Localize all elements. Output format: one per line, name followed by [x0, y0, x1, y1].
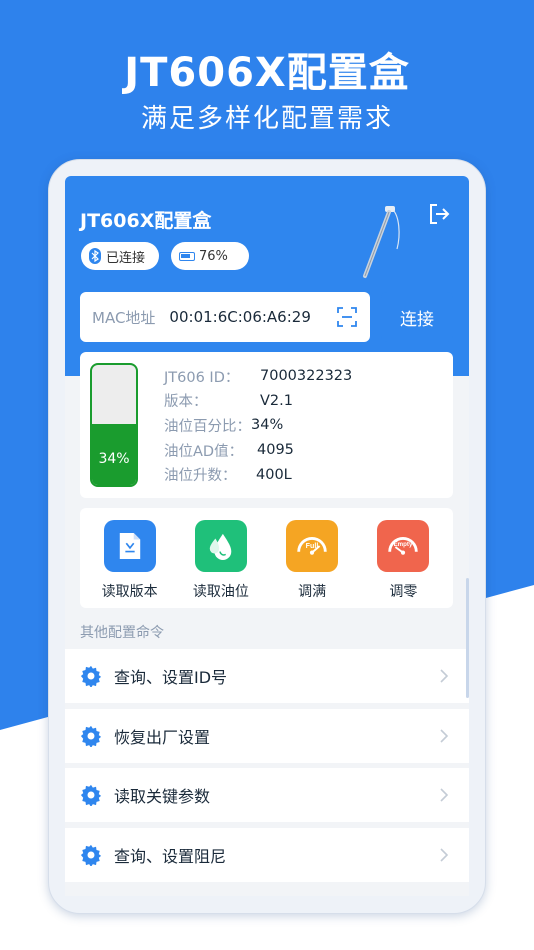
- read-version-button[interactable]: 读取版本: [85, 508, 175, 608]
- info-rows: JT606 ID： 7000322323 版本： V2.1 油位百分比： 34%…: [164, 364, 352, 487]
- command-label: 读取关键参数: [114, 787, 211, 806]
- info-row-percent: 油位百分比： 34%: [164, 413, 352, 438]
- info-row-version: 版本： V2.1: [164, 389, 352, 414]
- battery-icon: [179, 251, 195, 261]
- action-label: 读取油位: [192, 584, 249, 600]
- info-value: 400L: [256, 466, 292, 483]
- info-row-ad: 油位AD值： 4095: [164, 438, 352, 463]
- fuel-tank-percent: 34%: [98, 451, 130, 467]
- bluetooth-icon: [89, 248, 101, 264]
- fuel-sensor-illustration: [363, 206, 400, 278]
- action-grid: 读取版本 读取油位 Full 调满 Empty 调零: [80, 508, 453, 608]
- gear-icon: [80, 665, 102, 687]
- app-screen: JT606X配置盒 已连接 76% MAC地址 00:01:6C:06:A6:2…: [65, 176, 469, 896]
- info-key: 版本：: [164, 394, 208, 411]
- scan-icon[interactable]: [336, 306, 358, 328]
- scrollbar[interactable]: [466, 578, 469, 698]
- gear-icon: [80, 844, 102, 866]
- info-row-liters: 油位升数： 400L: [164, 462, 352, 487]
- document-download-icon: [103, 520, 156, 572]
- gear-icon: [80, 725, 102, 747]
- fuel-tank-gauge: 34%: [90, 363, 138, 487]
- action-label: 调满: [298, 584, 327, 600]
- info-value: 34%: [251, 417, 284, 434]
- section-label: 其他配置命令: [80, 625, 164, 641]
- sensor-info-card: 34% JT606 ID： 7000322323 版本： V2.1 油位百分比：…: [80, 352, 453, 498]
- command-query-set-damping[interactable]: 查询、设置阻尼: [65, 828, 469, 882]
- mac-address-field[interactable]: MAC地址 00:01:6C:06:A6:29: [80, 292, 370, 342]
- action-label: 调零: [389, 584, 418, 600]
- gear-icon: [80, 784, 102, 806]
- connect-button[interactable]: 连接: [381, 292, 453, 342]
- command-factory-reset[interactable]: 恢复出厂设置: [65, 709, 469, 763]
- battery-badge: 76%: [171, 242, 249, 270]
- mac-label: MAC地址: [92, 308, 156, 327]
- calibrate-full-button[interactable]: Full 调满: [267, 508, 357, 608]
- gauge-full-icon: Full: [286, 520, 339, 572]
- chevron-right-icon: [440, 729, 449, 743]
- info-key: 油位百分比：: [164, 418, 251, 435]
- info-value: 7000322323: [260, 368, 353, 385]
- connection-status-badge: 已连接: [81, 242, 159, 270]
- app-title: JT606X配置盒: [80, 210, 212, 232]
- command-query-set-id[interactable]: 查询、设置ID号: [65, 649, 469, 703]
- info-key: 油位升数：: [164, 468, 237, 485]
- logout-icon[interactable]: [427, 202, 451, 226]
- promo-title: JT606X配置盒: [124, 50, 410, 96]
- info-value: V2.1: [260, 392, 293, 409]
- info-key: JT606 ID：: [164, 369, 240, 386]
- promo-subtitle: 满足多样化配置需求: [140, 104, 393, 134]
- oil-drop-icon: [194, 520, 247, 572]
- battery-text: 76%: [199, 248, 228, 264]
- info-value: 4095: [257, 442, 294, 459]
- action-label: 读取版本: [101, 584, 158, 600]
- command-label: 查询、设置阻尼: [114, 847, 227, 866]
- connection-status-text: 已连接: [106, 250, 146, 266]
- gauge-empty-icon: Empty: [377, 520, 430, 572]
- command-label: 查询、设置ID号: [114, 668, 228, 687]
- info-key: 油位AD值：: [164, 443, 244, 460]
- command-label: 恢复出厂设置: [114, 728, 211, 747]
- app-header: JT606X配置盒 已连接 76%: [65, 176, 469, 376]
- chevron-right-icon: [440, 788, 449, 802]
- info-row-id: JT606 ID： 7000322323: [164, 364, 352, 389]
- chevron-right-icon: [440, 848, 449, 862]
- mac-value[interactable]: 00:01:6C:06:A6:29: [169, 308, 336, 326]
- chevron-right-icon: [440, 669, 449, 683]
- command-read-key-params[interactable]: 读取关键参数: [65, 768, 469, 822]
- read-oil-level-button[interactable]: 读取油位: [176, 508, 266, 608]
- calibrate-zero-button[interactable]: Empty 调零: [358, 508, 448, 608]
